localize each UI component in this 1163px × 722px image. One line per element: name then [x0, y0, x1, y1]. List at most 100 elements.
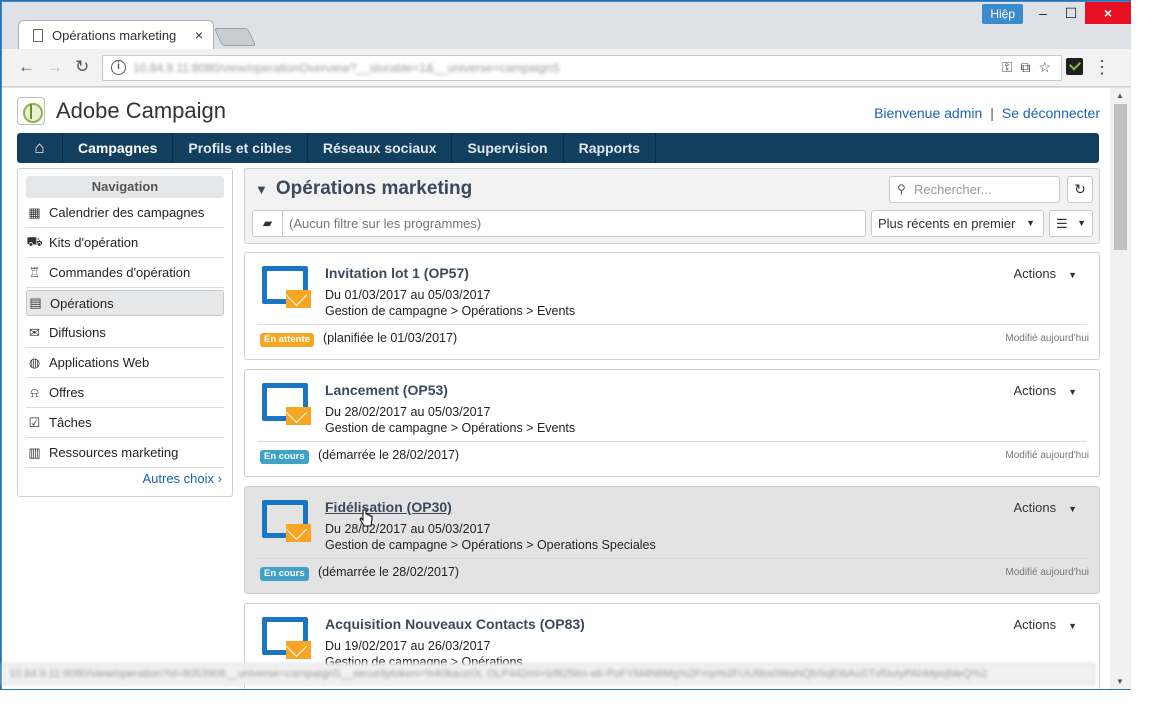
nav-profiles[interactable]: Profils et cibles	[173, 133, 308, 163]
card-divider	[257, 441, 1087, 442]
minimize-button[interactable]: –	[1029, 2, 1057, 24]
leftnav-item-label: Calendrier des campagnes	[49, 205, 205, 220]
nav-campaigns[interactable]: Campagnes	[63, 133, 174, 163]
leftnav-item-tasks[interactable]: ☑ Tâches	[26, 408, 224, 438]
refresh-button[interactable]: ↻	[1067, 176, 1093, 203]
address-url: 10.84.9.11:8080/view/operationOverview?_…	[133, 61, 560, 75]
leftnav-item-offers[interactable]: ⍾ Offres	[26, 378, 224, 408]
reload-icon[interactable]: ↻	[75, 57, 89, 77]
actions-menu[interactable]: Actions ▼	[1013, 383, 1077, 398]
actions-label: Actions	[1013, 383, 1057, 398]
leftnav-item-label: Tâches	[49, 415, 92, 430]
scroll-up-arrow-icon[interactable]: ▲	[1116, 91, 1124, 100]
calendar-icon: ▦	[28, 204, 41, 220]
operation-icon	[262, 266, 311, 308]
browser-window: Hiệp – ☐ × Opérations marketing × ← → ↻ …	[0, 0, 1131, 690]
card-divider	[257, 324, 1087, 325]
operation-title[interactable]: Lancement (OP53)	[325, 382, 448, 398]
modified-text: Modifié aujourd'hui	[1005, 567, 1089, 578]
left-navigation: Navigation ▦ Calendrier des campagnes ⛟ Ki…	[17, 168, 233, 497]
scrollbar-thumb[interactable]	[1114, 104, 1127, 250]
leftnav-item-label: Diffusions	[49, 325, 106, 340]
nav-supervision[interactable]: Supervision	[452, 133, 564, 163]
leftnav-item-deliveries[interactable]: ✉ Diffusions	[26, 318, 224, 348]
operation-icon	[262, 383, 311, 425]
home-icon[interactable]: ⌂	[17, 133, 63, 163]
scroll-down-arrow-icon[interactable]: ▼	[1116, 677, 1124, 686]
browser-menu-icon[interactable]: ⋮	[1093, 57, 1111, 78]
chevron-right-icon: ›	[217, 471, 222, 486]
link-separator: |	[990, 105, 994, 121]
actions-menu[interactable]: Actions ▼	[1013, 617, 1077, 632]
order-icon: ♖	[28, 264, 41, 280]
close-window-button[interactable]: ×	[1085, 2, 1131, 24]
leftnav-item-label: Ressources marketing	[49, 445, 179, 460]
operation-path: Gestion de campagne > Opérations > Event…	[325, 421, 576, 435]
status-text: (démarrée le 28/02/2017)	[318, 448, 460, 462]
operation-dates: Du 19/02/2017 au 26/03/2017	[325, 639, 491, 653]
extension-icon[interactable]	[1066, 58, 1083, 75]
translate-icon[interactable]: ⧉	[1020, 59, 1030, 76]
star-icon[interactable]: ☆	[1038, 59, 1051, 76]
card-divider	[257, 558, 1087, 559]
leftnav-item-label: Opérations	[50, 295, 114, 311]
operation-card[interactable]: Lancement (OP53) Du 28/02/2017 au 05/03/…	[244, 369, 1100, 477]
collapse-triangle-icon[interactable]: ▼	[255, 182, 268, 197]
actions-menu[interactable]: Actions ▼	[1013, 500, 1077, 515]
key-icon[interactable]: ⚿	[1002, 59, 1013, 76]
more-choices-link[interactable]: Autres choix ›	[142, 471, 222, 486]
status-text: (démarrée le 28/02/2017)	[318, 565, 460, 579]
address-bar[interactable]: i 10.84.9.11:8080/view/operationOverview…	[102, 55, 1062, 81]
leftnav-item-kits[interactable]: ⛟ Kits d'opération	[26, 228, 224, 258]
list-icon: ☰	[1056, 216, 1068, 231]
sort-select[interactable]: Plus récents en premier ▼	[871, 210, 1044, 237]
welcome-link[interactable]: Bienvenue admin	[874, 105, 982, 121]
actions-label: Actions	[1013, 266, 1057, 281]
search-placeholder: Rechercher...	[914, 182, 992, 197]
tab-close-button[interactable]: ×	[195, 27, 203, 43]
maximize-button[interactable]: ☐	[1057, 2, 1085, 24]
modified-text: Modifié aujourd'hui	[1005, 333, 1089, 344]
leftnav-item-resources[interactable]: ▥ Ressources marketing	[26, 438, 224, 468]
caret-down-icon: ▼	[1068, 504, 1077, 514]
actions-label: Actions	[1013, 617, 1057, 632]
nav-social[interactable]: Réseaux sociaux	[308, 133, 453, 163]
back-arrow-icon[interactable]: ←	[18, 57, 35, 77]
operation-card[interactable]: Invitation lot 1 (OP57) Du 01/03/2017 au…	[244, 252, 1100, 360]
search-input[interactable]: ⚲ Rechercher...	[889, 176, 1060, 203]
leftnav-item-webapps[interactable]: ◍ Applications Web	[26, 348, 224, 378]
operation-title[interactable]: Fidélisation (OP30)	[325, 499, 452, 515]
browser-tab[interactable]: Opérations marketing ×	[18, 20, 214, 50]
program-filter[interactable]: ▰ (Aucun filtre sur les programmes)	[252, 210, 866, 237]
nav-reports[interactable]: Rapports	[564, 133, 657, 163]
status-text: (planifiée le 01/03/2017)	[323, 331, 458, 345]
operation-title[interactable]: Acquisition Nouveaux Contacts (OP83)	[325, 616, 585, 632]
sort-value: Plus récents en premier	[878, 216, 1016, 231]
logout-link[interactable]: Se déconnecter	[1002, 105, 1100, 121]
operation-path: Gestion de campagne > Opérations > Event…	[325, 304, 576, 318]
browser-toolbar: ← → ↻ i 10.84.9.11:8080/view/operationOv…	[2, 49, 1131, 87]
envelope-icon: ✉	[29, 324, 40, 340]
leftnav-item-label: Offres	[49, 385, 85, 400]
operation-dates: Du 28/02/2017 au 05/03/2017	[325, 405, 491, 419]
view-mode-select[interactable]: ☰ ▼	[1049, 210, 1093, 237]
profile-badge[interactable]: Hiệp	[982, 4, 1023, 24]
operation-title[interactable]: Invitation lot 1 (OP57)	[325, 265, 469, 281]
books-icon: ▥	[28, 444, 41, 460]
operation-card[interactable]: Fidélisation (OP30) Du 28/02/2017 au 05/…	[244, 486, 1100, 594]
leftnav-item-operations[interactable]: ▤ Opérations	[26, 290, 224, 316]
panel-title[interactable]: ▼ Opérations marketing	[255, 178, 472, 200]
main-navigation: ⌂ Campagnes Profils et cibles Réseaux so…	[17, 133, 1099, 163]
vertical-scrollbar[interactable]: ▲ ▼	[1110, 88, 1131, 689]
leftnav-item-orders[interactable]: ♖ Commandes d'opération	[26, 258, 224, 288]
folder-open-icon[interactable]: ▰	[253, 211, 283, 236]
info-icon[interactable]: i	[111, 60, 126, 75]
forward-arrow-icon[interactable]: →	[46, 57, 63, 77]
status-badge: En cours	[260, 450, 309, 464]
actions-menu[interactable]: Actions ▼	[1013, 266, 1077, 281]
document-icon	[33, 29, 43, 42]
window-controls: – ☐ ×	[1029, 2, 1131, 24]
leftnav-item-calendar[interactable]: ▦ Calendrier des campagnes	[26, 198, 224, 228]
page-viewport: Adobe Campaign Bienvenue admin | Se déconn…	[2, 88, 1110, 689]
new-tab-button[interactable]	[213, 28, 257, 46]
